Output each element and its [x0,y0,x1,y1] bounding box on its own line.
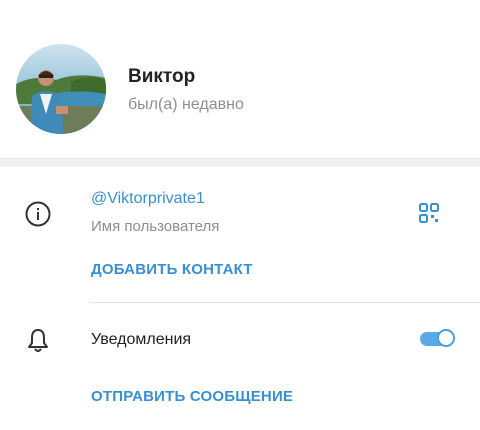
row-separator [90,302,480,303]
info-icon [24,200,52,228]
send-message-button[interactable]: ОТПРАВИТЬ СООБЩЕНИЕ [91,388,293,405]
username-value[interactable]: @Viktorprivate1 [91,190,205,208]
toggle-knob [437,329,455,347]
profile-name: Виктор [128,66,196,87]
qr-code-icon[interactable] [418,202,440,224]
add-contact-button[interactable]: ДОБАВИТЬ КОНТАКТ [91,261,253,278]
username-label: Имя пользователя [91,218,220,235]
bell-icon [24,326,52,354]
avatar-photo [16,44,106,134]
last-seen-status: был(а) недавно [128,96,244,113]
notifications-toggle[interactable] [418,329,456,349]
avatar[interactable] [16,44,106,134]
profile-header: Виктор был(а) недавно [0,0,480,160]
section-divider [0,158,480,167]
notifications-label: Уведомления [91,331,192,348]
